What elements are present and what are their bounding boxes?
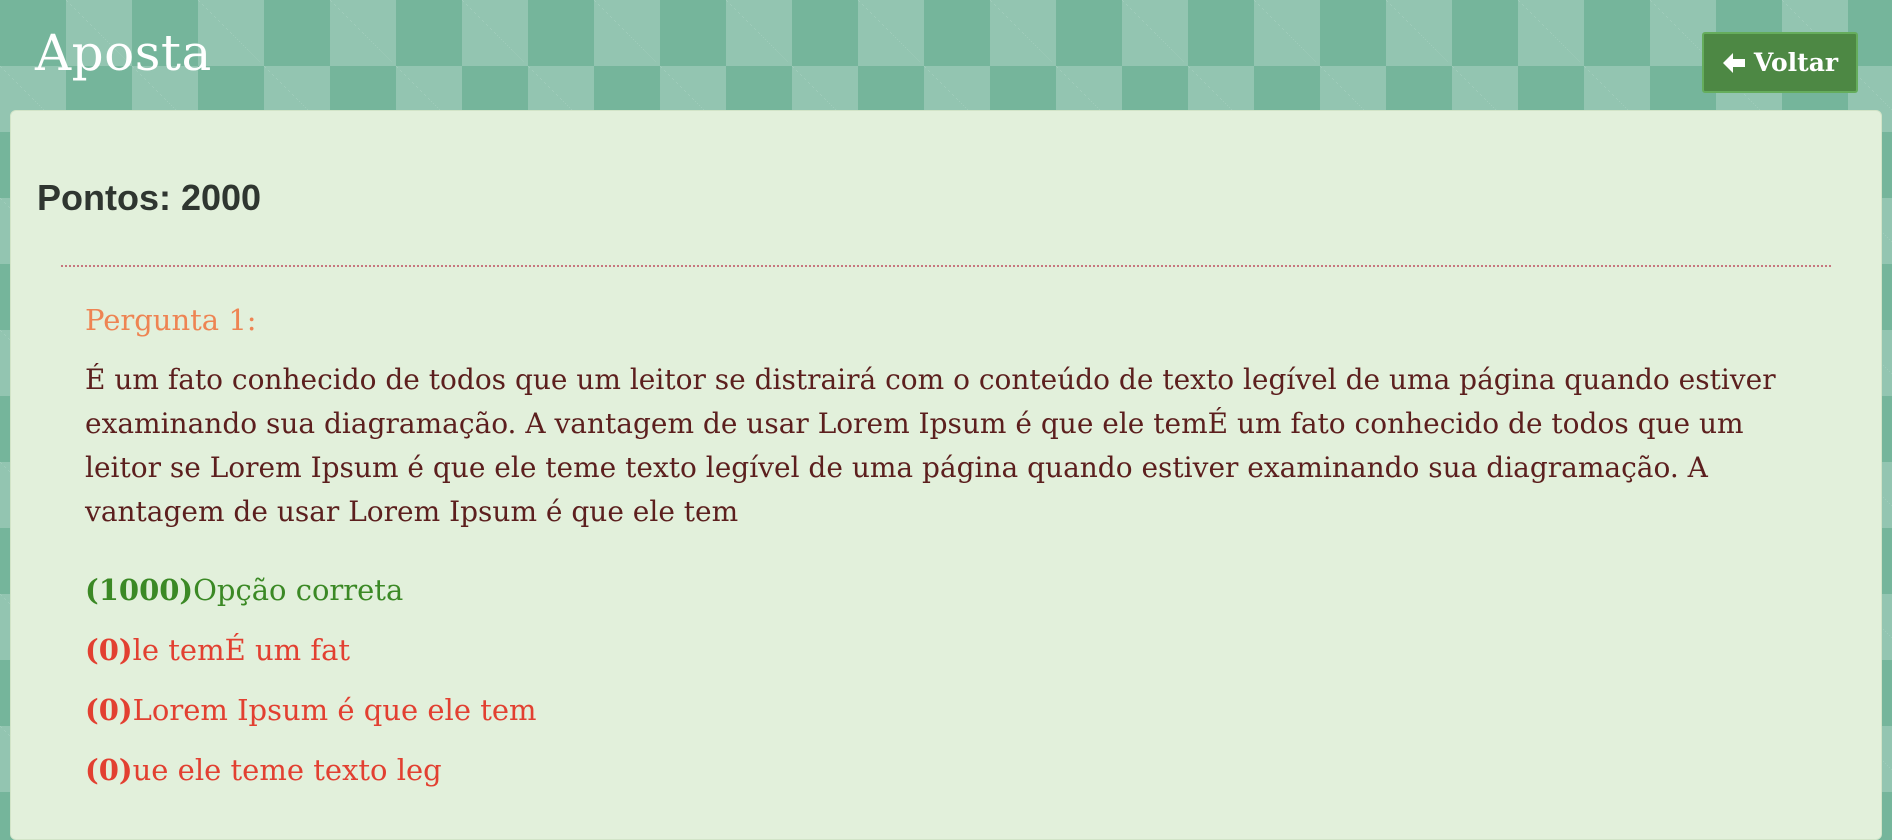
answer-options: (1000)Opção correta (0)le temÉ um fat (0… [85, 570, 1825, 790]
answer-option-correct: (1000)Opção correta [85, 570, 1825, 610]
option-points: (0) [85, 692, 133, 727]
option-text: le temÉ um fat [132, 632, 351, 667]
answer-option: (0)Lorem Ipsum é que ele tem [85, 690, 1825, 730]
page-header: Aposta Voltar [0, 0, 1892, 110]
answer-option: (0)le temÉ um fat [85, 630, 1825, 670]
bet-panel: Pontos: 2000 Pergunta 1: É um fato conhe… [10, 110, 1882, 840]
question-label: Pergunta 1: [85, 303, 257, 337]
option-text: Lorem Ipsum é que ele tem [132, 692, 537, 727]
question-block: Pergunta 1: É um fato conhecido de todos… [85, 303, 1825, 810]
option-points: (0) [85, 752, 133, 787]
question-text: É um fato conhecido de todos que um leit… [85, 362, 1776, 528]
arrow-left-icon [1722, 52, 1746, 74]
option-points: (0) [85, 632, 133, 667]
answer-option: (0)ue ele teme texto leg [85, 750, 1825, 790]
back-button-label: Voltar [1753, 48, 1839, 77]
option-text: ue ele teme texto leg [132, 752, 442, 787]
option-points: (1000) [85, 572, 194, 607]
page-title: Aposta [35, 24, 212, 82]
divider [61, 265, 1831, 267]
points-total: Pontos: 2000 [37, 177, 262, 218]
option-text: Opção correta [193, 572, 404, 607]
back-button[interactable]: Voltar [1702, 32, 1858, 93]
